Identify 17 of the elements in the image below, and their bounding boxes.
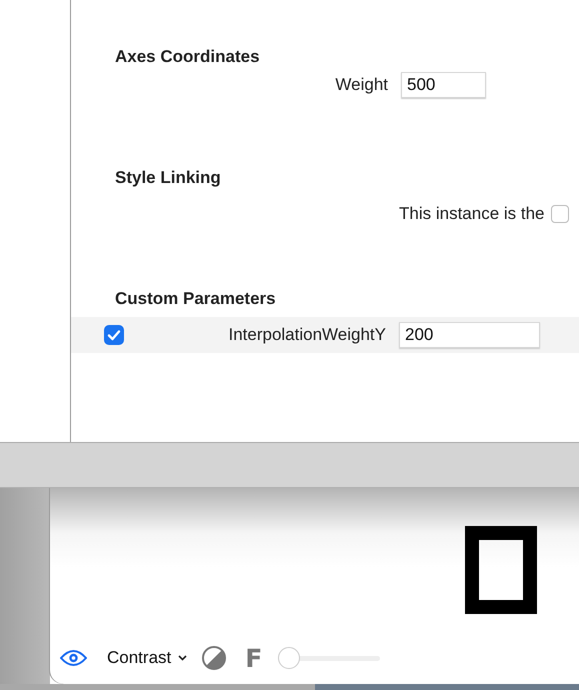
contrast-dropdown[interactable]: Contrast — [107, 648, 188, 668]
parameter-label: InterpolationWeightY — [227, 325, 386, 345]
eye-icon[interactable] — [60, 650, 87, 666]
font-letter[interactable]: F — [245, 644, 262, 672]
slider-thumb[interactable] — [278, 647, 300, 669]
input-field[interactable]: 500 — [401, 72, 486, 98]
slider[interactable] — [278, 647, 380, 669]
contrast-icon[interactable] — [202, 646, 226, 670]
checkbox[interactable] — [104, 325, 124, 345]
section-title: Style Linking — [115, 168, 222, 189]
chevron-icon — [178, 655, 188, 661]
section-title: Custom Parameters — [115, 289, 277, 310]
checkbox[interactable] — [550, 205, 569, 223]
input-field[interactable]: 200 — [399, 322, 540, 348]
style-linking-text: This instance is the — [399, 204, 545, 224]
field-label: Weight — [334, 75, 388, 95]
section-title: Axes Coordinates — [115, 47, 261, 68]
